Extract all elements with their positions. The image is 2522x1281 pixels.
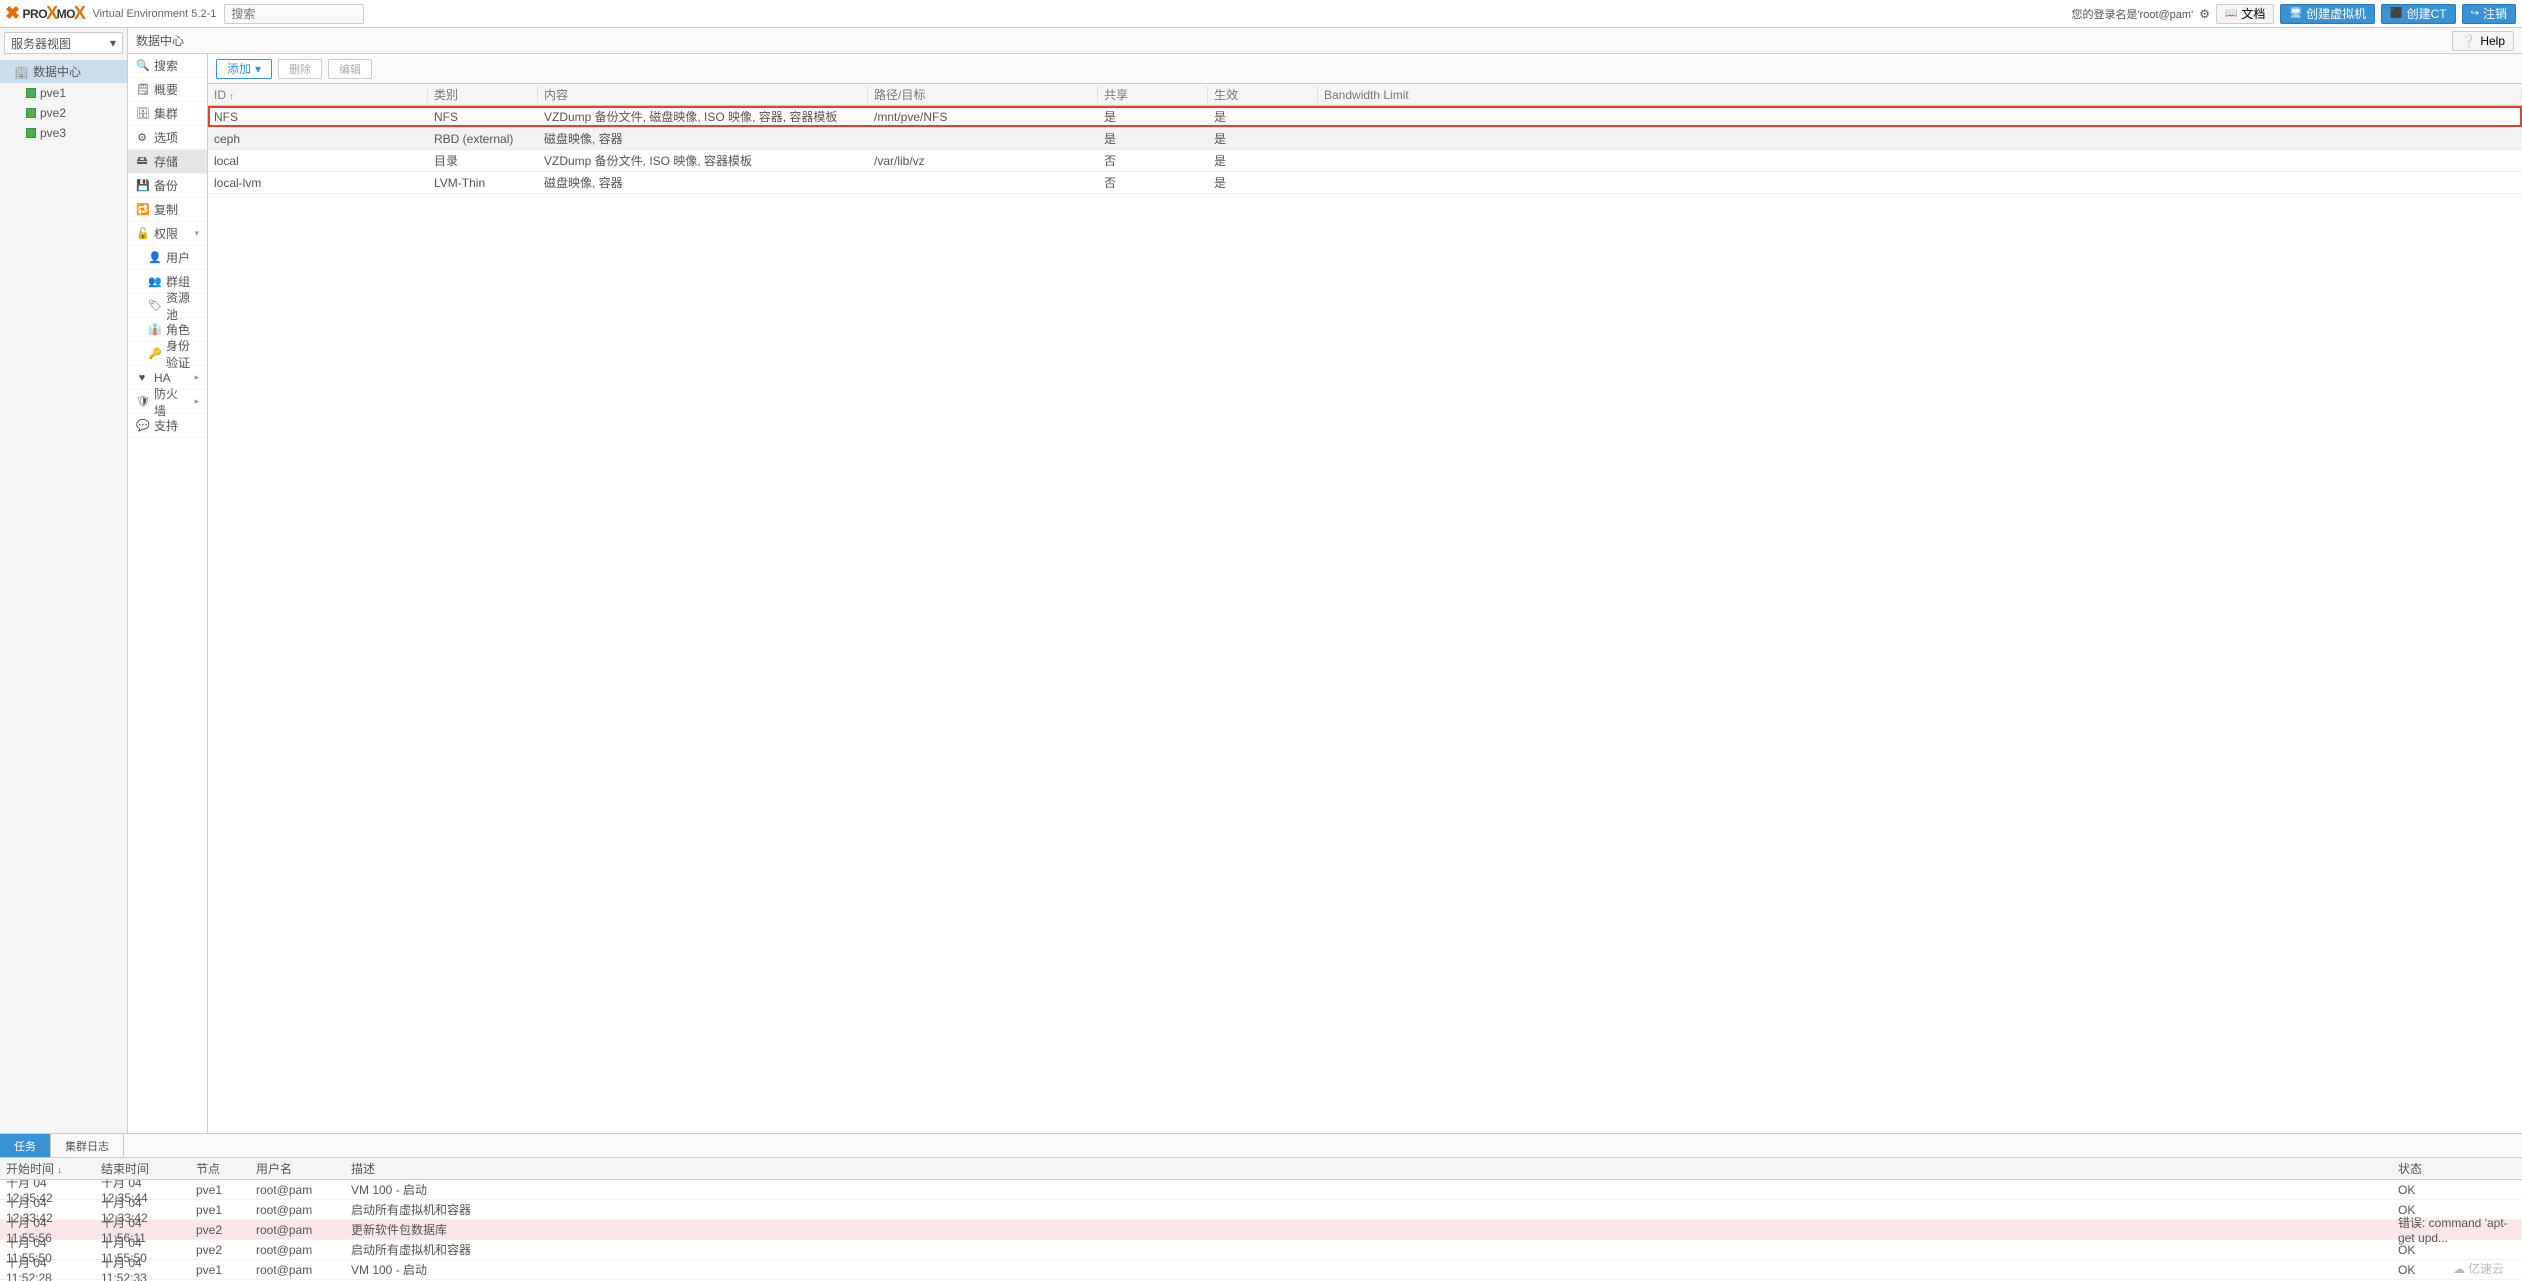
tab-cluster-log[interactable]: 集群日志 <box>51 1134 124 1157</box>
logcol-node[interactable]: 节点 <box>190 1160 250 1177</box>
help-icon: ❔ <box>2461 34 2476 48</box>
docs-button[interactable]: 📖文档 <box>2216 4 2274 24</box>
comments-icon: 💬 <box>136 419 148 432</box>
submenu-pools[interactable]: 🏷资源池 <box>128 294 207 318</box>
key-icon: 🔑 <box>148 347 160 360</box>
desktop-icon: 🖥 <box>2289 8 2302 19</box>
cube-icon: ⬛ <box>2390 8 2402 19</box>
save-icon: 💾 <box>136 179 148 192</box>
col-content[interactable]: 内容 <box>538 86 868 103</box>
task-row[interactable]: 十月 04 12:35:42十月 04 12:35:44pve1root@pam… <box>0 1180 2522 1200</box>
search-icon: 🔍 <box>136 59 148 72</box>
logcol-end[interactable]: 结束时间 <box>95 1160 190 1177</box>
sort-desc-icon: ↓ <box>57 1165 62 1175</box>
storage-row[interactable]: local-lvmLVM-Thin磁盘映像, 容器否是 <box>208 172 2522 194</box>
create-ct-button[interactable]: ⬛创建CT <box>2381 4 2455 24</box>
help-button[interactable]: ❔Help <box>2452 31 2514 51</box>
node-icon <box>26 128 36 138</box>
node-icon <box>26 88 36 98</box>
col-id[interactable]: ID ↑ <box>208 88 428 102</box>
cloud-icon: ☁ <box>2453 1262 2465 1276</box>
retweet-icon: 🔁 <box>136 203 148 216</box>
submenu-users[interactable]: 👤用户 <box>128 246 207 270</box>
cog-icon: ⚙ <box>136 131 148 144</box>
male-icon: 👔 <box>148 323 160 336</box>
logcol-start[interactable]: 开始时间 ↓ <box>0 1160 95 1177</box>
logcol-status[interactable]: 状态 <box>2392 1160 2522 1177</box>
chevron-right-icon: ▸ <box>194 396 199 407</box>
caret-down-icon: ▾ <box>255 62 261 76</box>
create-vm-button[interactable]: 🖥创建虚拟机 <box>2280 4 2375 24</box>
version-label: Virtual Environment 5.2-1 <box>92 8 216 20</box>
add-button[interactable]: 添加 ▾ <box>216 59 272 79</box>
task-row[interactable]: 十月 04 12:33:42十月 04 12:33:42pve1root@pam… <box>0 1200 2522 1220</box>
gear-icon[interactable]: ⚙ <box>2199 7 2210 21</box>
col-enabled[interactable]: 生效 <box>1208 86 1318 103</box>
global-search-input[interactable] <box>224 4 364 24</box>
submenu-auth[interactable]: 🔑身份验证 <box>128 342 207 366</box>
shield-icon: 🛡 <box>136 395 148 408</box>
submenu-cluster[interactable]: 🗄集群 <box>128 102 207 126</box>
node-icon <box>26 108 36 118</box>
submenu-permissions[interactable]: 🔓权限▾ <box>128 222 207 246</box>
book-icon: 📖 <box>2225 8 2237 19</box>
storage-row[interactable]: local目录VZDump 备份文件, ISO 映像, 容器模板/var/lib… <box>208 150 2522 172</box>
storage-row[interactable]: cephRBD (external)磁盘映像, 容器是是 <box>208 128 2522 150</box>
server-icon: 🗄 <box>136 107 148 120</box>
tree-node-pve3[interactable]: pve3 <box>0 123 127 143</box>
logcol-user[interactable]: 用户名 <box>250 1160 345 1177</box>
watermark: ☁亿速云 <box>2453 1260 2504 1277</box>
sort-asc-icon: ↑ <box>229 91 234 101</box>
col-path[interactable]: 路径/目标 <box>868 86 1098 103</box>
unlock-icon: 🔓 <box>136 227 148 240</box>
breadcrumb: 数据中心 <box>136 32 184 49</box>
submenu-storage[interactable]: 🖴存储 <box>128 150 207 174</box>
submenu-backup[interactable]: 💾备份 <box>128 174 207 198</box>
tab-tasks[interactable]: 任务 <box>0 1134 51 1157</box>
edit-button[interactable]: 编辑 <box>328 59 372 79</box>
chevron-down-icon: ▾ <box>110 36 116 50</box>
heartbeat-icon: ♥ <box>136 372 148 384</box>
tags-icon: 🏷 <box>148 299 160 312</box>
task-row[interactable]: 十月 04 11:52:28十月 04 11:52:33pve1root@pam… <box>0 1260 2522 1280</box>
tree-datacenter[interactable]: 🏢数据中心 <box>0 60 127 83</box>
logout-button[interactable]: ↪注销 <box>2462 4 2516 24</box>
submenu-replication[interactable]: 🔁复制 <box>128 198 207 222</box>
login-label: 您的登录名是'root@pam' <box>2071 6 2193 22</box>
building-icon: 🏢 <box>14 65 29 79</box>
submenu-firewall[interactable]: 🛡防火墙▸ <box>128 390 207 414</box>
storage-row[interactable]: NFSNFSVZDump 备份文件, 磁盘映像, ISO 映像, 容器, 容器模… <box>208 106 2522 128</box>
hdd-icon: 🖴 <box>136 152 148 171</box>
task-row[interactable]: 十月 04 11:55:56十月 04 11:56:11pve2root@pam… <box>0 1220 2522 1240</box>
chevron-right-icon: ▸ <box>194 372 199 383</box>
tree-node-pve2[interactable]: pve2 <box>0 103 127 123</box>
submenu-support[interactable]: 💬支持 <box>128 414 207 438</box>
submenu-search[interactable]: 🔍搜索 <box>128 54 207 78</box>
tree-node-pve1[interactable]: pve1 <box>0 83 127 103</box>
task-row[interactable]: 十月 04 11:55:50十月 04 11:55:50pve2root@pam… <box>0 1240 2522 1260</box>
submenu-options[interactable]: ⚙选项 <box>128 126 207 150</box>
users-icon: 👥 <box>148 275 160 288</box>
submenu-summary[interactable]: 🗒概要 <box>128 78 207 102</box>
view-selector[interactable]: 服务器视图▾ <box>4 32 123 54</box>
col-bandwidth[interactable]: Bandwidth Limit <box>1318 88 2522 102</box>
col-type[interactable]: 类别 <box>428 86 538 103</box>
user-icon: 👤 <box>148 251 160 264</box>
chevron-down-icon: ▾ <box>194 228 199 239</box>
logcol-desc[interactable]: 描述 <box>345 1160 2392 1177</box>
proxmox-logo: ✖ PROXMOX <box>6 3 84 24</box>
logout-icon: ↪ <box>2471 8 2479 19</box>
col-shared[interactable]: 共享 <box>1098 86 1208 103</box>
remove-button[interactable]: 删除 <box>278 59 322 79</box>
notes-icon: 🗒 <box>136 83 148 96</box>
